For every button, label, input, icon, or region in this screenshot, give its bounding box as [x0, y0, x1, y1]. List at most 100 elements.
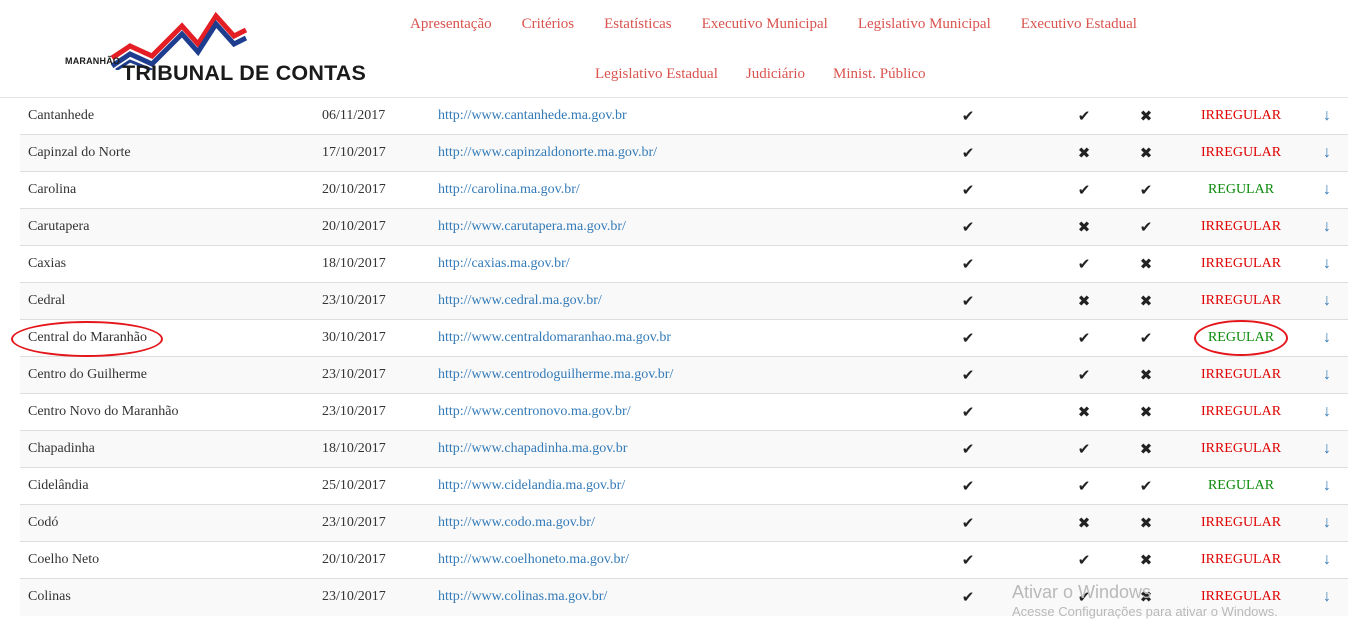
- table-row: Carolina 20/10/2017 http://carolina.ma.gov…: [20, 171, 1348, 209]
- tce-logo[interactable]: MARANHÃO TRIBUNAL DE CONTAS: [62, 10, 367, 86]
- download-arrow-icon[interactable]: ↓: [1323, 477, 1331, 494]
- portal-url-cell: http://www.cantanhede.ma.gov.br: [430, 97, 868, 135]
- status-cell: IRREGULAR: [1192, 208, 1290, 246]
- portal-url-cell: http://www.capinzaldonorte.ma.gov.br/: [430, 134, 868, 172]
- table-row: Centro Novo do Maranhão 23/10/2017 http://…: [20, 393, 1348, 431]
- municipality-name: Central do Maranhão: [11, 321, 163, 357]
- portal-url-link[interactable]: http://www.centraldomaranhao.ma.gov.br: [438, 330, 671, 345]
- check-icon: ✔: [961, 219, 975, 236]
- portal-url-cell: http://www.coelhoneto.ma.gov.br/: [430, 541, 868, 579]
- criteria-cell: ✔: [868, 171, 1068, 209]
- check-icon: ✔: [961, 441, 975, 458]
- status-cell: IRREGULAR: [1192, 282, 1290, 320]
- download-cell: ↓: [1290, 245, 1348, 283]
- download-arrow-icon[interactable]: ↓: [1323, 292, 1331, 309]
- cross-icon: ✖: [1139, 515, 1153, 532]
- download-cell: ↓: [1290, 356, 1348, 394]
- portal-url-link[interactable]: http://www.cedral.ma.gov.br/: [438, 293, 602, 308]
- download-arrow-icon[interactable]: ↓: [1323, 366, 1331, 383]
- download-arrow-icon[interactable]: ↓: [1323, 403, 1331, 420]
- check-icon: ✔: [961, 145, 975, 162]
- municipality-name: Codó: [28, 515, 59, 530]
- status-label: IRREGULAR: [1200, 256, 1282, 271]
- status-cell: IRREGULAR: [1192, 578, 1290, 616]
- cross-icon: ✖: [1139, 552, 1153, 569]
- download-arrow-icon[interactable]: ↓: [1323, 107, 1331, 124]
- download-cell: ↓: [1290, 97, 1348, 135]
- municipality-name-cell: Cantanhede: [20, 97, 314, 135]
- download-cell: ↓: [1290, 134, 1348, 172]
- portal-url-cell: http://www.centronovo.ma.gov.br/: [430, 393, 868, 431]
- portal-url-link[interactable]: http://caxias.ma.gov.br/: [438, 256, 570, 271]
- nav-legislativo-municipal[interactable]: Legislativo Municipal: [846, 12, 1003, 36]
- main-nav-row-1: Apresentação Critérios Estatísticas Exec…: [398, 12, 1155, 36]
- municipality-name: Cidelândia: [28, 478, 89, 493]
- criteria-cell: ✔: [1068, 245, 1100, 283]
- criteria-cell: ✔: [868, 356, 1068, 394]
- download-arrow-icon[interactable]: ↓: [1323, 144, 1331, 161]
- portal-url-link[interactable]: http://www.coelhoneto.ma.gov.br/: [438, 552, 629, 567]
- criteria-cell: ✖: [1100, 245, 1192, 283]
- status-cell: IRREGULAR: [1192, 97, 1290, 135]
- portal-url-link[interactable]: http://www.colinas.ma.gov.br/: [438, 589, 607, 604]
- portal-url-cell: http://www.colinas.ma.gov.br/: [430, 578, 868, 616]
- nav-executivo-municipal[interactable]: Executivo Municipal: [690, 12, 840, 36]
- status-cell: IRREGULAR: [1192, 245, 1290, 283]
- criteria-cell: ✔: [868, 393, 1068, 431]
- portal-url-cell: http://www.codo.ma.gov.br/: [430, 504, 868, 542]
- municipality-name-cell: Central do Maranhão: [11, 319, 314, 357]
- portal-url-link[interactable]: http://www.chapadinha.ma.gov.br: [438, 441, 627, 456]
- download-arrow-icon[interactable]: ↓: [1323, 329, 1331, 346]
- portal-url-link[interactable]: http://www.cantanhede.ma.gov.br: [438, 108, 627, 123]
- check-icon: ✔: [961, 108, 975, 125]
- download-arrow-icon[interactable]: ↓: [1323, 514, 1331, 531]
- download-arrow-icon[interactable]: ↓: [1323, 218, 1331, 235]
- download-arrow-icon[interactable]: ↓: [1323, 255, 1331, 272]
- criteria-cell: ✔: [868, 134, 1068, 172]
- evaluation-date: 30/10/2017: [314, 319, 430, 357]
- download-cell: ↓: [1290, 578, 1348, 616]
- municipalities-table: Cantanhede 06/11/2017 http://www.cantanhed…: [11, 60, 1348, 616]
- municipality-name: Cantanhede: [28, 108, 95, 123]
- table-row: Caxias 18/10/2017 http://caxias.ma.gov.br/…: [20, 245, 1348, 283]
- municipality-name: Carolina: [28, 182, 77, 197]
- evaluation-date: 23/10/2017: [314, 356, 430, 394]
- check-icon: ✔: [1077, 182, 1091, 199]
- portal-url-link[interactable]: http://carolina.ma.gov.br/: [438, 182, 580, 197]
- portal-url-link[interactable]: http://www.centrodoguilherme.ma.gov.br/: [438, 367, 673, 382]
- portal-url-link[interactable]: http://www.codo.ma.gov.br/: [438, 515, 595, 530]
- cross-icon: ✖: [1077, 145, 1091, 162]
- nav-executivo-estadual[interactable]: Executivo Estadual: [1009, 12, 1149, 36]
- criteria-cell: ✖: [1100, 541, 1192, 579]
- download-arrow-icon[interactable]: ↓: [1323, 588, 1331, 605]
- nav-judiciario[interactable]: Judiciário: [734, 62, 817, 86]
- download-arrow-icon[interactable]: ↓: [1323, 551, 1331, 568]
- portal-url-link[interactable]: http://www.cidelandia.ma.gov.br/: [438, 478, 625, 493]
- check-icon: ✔: [961, 367, 975, 384]
- nav-apresentacao[interactable]: Apresentação: [398, 12, 504, 36]
- portal-url-link[interactable]: http://www.capinzaldonorte.ma.gov.br/: [438, 145, 657, 160]
- municipality-name-cell: Colinas: [20, 578, 314, 616]
- criteria-cell: ✖: [1100, 97, 1192, 135]
- check-icon: ✔: [1077, 256, 1091, 273]
- cross-icon: ✖: [1077, 293, 1091, 310]
- municipality-name: Carutapera: [28, 219, 90, 234]
- portal-url-link[interactable]: http://www.carutapera.ma.gov.br/: [438, 219, 626, 234]
- nav-estatisticas[interactable]: Estatísticas: [592, 12, 684, 36]
- portal-url-link[interactable]: http://www.centronovo.ma.gov.br/: [438, 404, 631, 419]
- download-cell: ↓: [1290, 282, 1348, 320]
- portal-url-cell: http://www.cedral.ma.gov.br/: [430, 282, 868, 320]
- status-cell: IRREGULAR: [1192, 430, 1290, 468]
- check-icon: ✔: [961, 256, 975, 273]
- download-cell: ↓: [1290, 208, 1348, 246]
- nav-criterios[interactable]: Critérios: [510, 12, 587, 36]
- download-arrow-icon[interactable]: ↓: [1323, 181, 1331, 198]
- check-icon: ✔: [961, 589, 975, 606]
- download-arrow-icon[interactable]: ↓: [1323, 440, 1331, 457]
- table-body: Cantanhede 06/11/2017 http://www.cantanhed…: [11, 60, 1348, 616]
- nav-ministerio-publico[interactable]: Minist. Público: [821, 62, 938, 86]
- criteria-cell: ✖: [1068, 208, 1100, 246]
- nav-legislativo-estadual[interactable]: Legislativo Estadual: [583, 62, 730, 86]
- evaluation-date: 23/10/2017: [314, 504, 430, 542]
- municipality-name: Coelho Neto: [28, 552, 100, 567]
